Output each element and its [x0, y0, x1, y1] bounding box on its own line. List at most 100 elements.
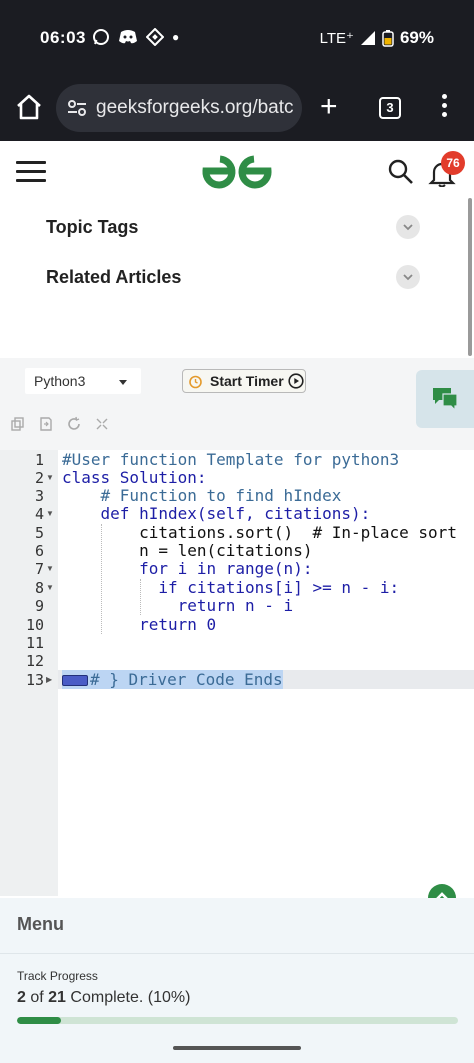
fold-arrow-icon[interactable]: ▼ — [46, 560, 56, 578]
accordion-label: Related Articles — [46, 267, 182, 287]
gfg-logo[interactable] — [200, 151, 274, 189]
import-icon[interactable] — [38, 416, 54, 432]
editor-tools — [10, 416, 110, 432]
browser-toolbar: geeksforgeeks.org/batc + 3 — [0, 84, 474, 132]
code-text: #User function Template for python3 — [62, 450, 400, 469]
site-settings-icon[interactable] — [66, 97, 88, 119]
code-line-9: return n - i — [62, 596, 294, 615]
code-text: # } Driver Code Ends — [90, 670, 283, 689]
expand-arrow-icon[interactable]: ▶ — [46, 671, 56, 689]
code-text: for i in range(n): — [62, 559, 313, 578]
notification-badge[interactable]: 76 — [441, 151, 465, 175]
fold-arrow-icon[interactable]: ▼ — [46, 579, 56, 597]
code-text: def hIndex(self, citations): — [62, 504, 371, 523]
line-number: 7 — [34, 560, 44, 578]
binance-icon — [146, 28, 164, 46]
code-line-8: if citations[i] >= n - i: — [62, 579, 399, 597]
line-number: 6 — [34, 542, 44, 560]
fold-arrow-icon[interactable]: ▼ — [46, 469, 56, 487]
bottom-panel: Menu Track Progress 2 of 21 Complete. (1… — [0, 898, 474, 1063]
start-timer-label: Start Timer — [210, 373, 284, 389]
page-scrollbar[interactable] — [468, 198, 472, 356]
line-number: 1 — [34, 451, 44, 469]
tab-switcher-button[interactable]: 3 — [379, 97, 401, 119]
battery-icon — [382, 30, 394, 47]
code-line-5: citations.sort() # In-place sort — [62, 524, 457, 542]
whatsapp-icon — [93, 29, 109, 45]
editor-toolbar: Python3 Start Timer — [0, 358, 474, 450]
code-text: # Function to find hIndex — [62, 486, 342, 505]
site-header — [0, 141, 474, 201]
line-number: 5 — [34, 524, 44, 542]
percent-text: (10%) — [147, 989, 191, 1006]
code-text: citations.sort() # In-place sort — [62, 523, 457, 542]
signal-icon — [360, 31, 375, 45]
code-line-13: # } Driver Code Ends — [62, 670, 283, 689]
progress-summary: 2 of 21 Complete. (10%) — [17, 989, 190, 1007]
line-number: 4 — [34, 505, 44, 523]
menu-title[interactable]: Menu — [17, 914, 64, 935]
code-line-4: def hIndex(self, citations): — [62, 504, 371, 523]
dot-icon: ● — [172, 30, 180, 44]
start-timer-button[interactable]: Start Timer — [182, 369, 306, 393]
code-line-6: n = len(citations) — [62, 542, 312, 560]
code-text: n = len(citations) — [62, 541, 313, 560]
line-number: 9 — [34, 597, 44, 615]
alarm-clock-icon — [189, 375, 202, 388]
chevron-down-icon[interactable] — [396, 265, 420, 289]
code-text: class Solution: — [62, 468, 207, 487]
notification-icons: ● — [92, 28, 179, 46]
language-select[interactable]: Python3 — [25, 368, 141, 394]
code-text: return n - i — [62, 596, 294, 615]
more-menu-icon[interactable] — [442, 94, 448, 121]
accordion-topic-tags[interactable]: Topic Tags — [46, 213, 422, 243]
clock-time: 06:03 — [40, 28, 86, 47]
line-number: 2 — [34, 469, 44, 487]
complete-text: Complete. — [70, 989, 144, 1006]
url-text: geeksforgeeks.org/batc — [96, 97, 294, 118]
line-number: 3 — [34, 487, 44, 505]
progress-fill — [17, 1017, 62, 1024]
discord-icon — [119, 30, 137, 44]
play-circle-icon — [288, 373, 304, 389]
code-text: return 0 — [62, 615, 217, 634]
language-value: Python3 — [34, 373, 86, 389]
folded-code-marker[interactable] — [62, 675, 88, 686]
battery-level: 69% — [399, 28, 434, 47]
home-icon[interactable] — [14, 92, 44, 122]
code-editor[interactable]: 1 2 3 4 5 6 7 8 9 10 11 12 13 ▼ ▼ ▼ ▼ ▶ … — [0, 450, 474, 896]
gesture-nav-handle[interactable] — [173, 1046, 301, 1050]
code-line-7: for i in range(n): — [62, 560, 312, 578]
new-tab-button[interactable]: + — [320, 90, 338, 124]
fullscreen-icon[interactable] — [94, 416, 110, 432]
line-number: 12 — [25, 652, 44, 670]
caret-down-icon — [119, 380, 127, 385]
reset-icon[interactable] — [66, 416, 82, 432]
chat-button[interactable] — [416, 370, 474, 428]
line-number: 10 — [25, 616, 44, 634]
address-bar[interactable]: geeksforgeeks.org/batc — [56, 84, 302, 132]
chat-bubbles-icon — [433, 388, 458, 412]
of-text: of — [30, 989, 44, 1006]
network-label: LTE⁺ — [319, 30, 354, 47]
code-line-2: class Solution: — [62, 469, 207, 487]
accordion-label: Topic Tags — [46, 217, 139, 237]
code-line-3: # Function to find hIndex — [62, 486, 342, 505]
fold-arrow-icon[interactable]: ▼ — [46, 505, 56, 523]
search-icon[interactable] — [388, 159, 414, 185]
progress-bar — [17, 1017, 458, 1024]
hamburger-menu-icon[interactable] — [16, 161, 46, 188]
divider — [0, 953, 474, 954]
selected-text: # } Driver Code Ends — [62, 670, 283, 689]
status-bar: 06:03 ● LTE⁺ 69% — [0, 26, 474, 52]
chevron-down-icon[interactable] — [396, 215, 420, 239]
copy-icon[interactable] — [10, 416, 26, 432]
line-number: 8 — [34, 579, 44, 597]
status-right: LTE⁺ 69% — [320, 28, 434, 48]
code-text: if citations[i] >= n - i: — [62, 578, 400, 597]
line-number: 13 — [25, 671, 44, 689]
code-line-10: return 0 — [62, 616, 216, 634]
completed-count: 2 — [17, 989, 26, 1006]
accordion-related-articles[interactable]: Related Articles — [46, 263, 422, 293]
code-line-1: #User function Template for python3 — [62, 451, 399, 469]
